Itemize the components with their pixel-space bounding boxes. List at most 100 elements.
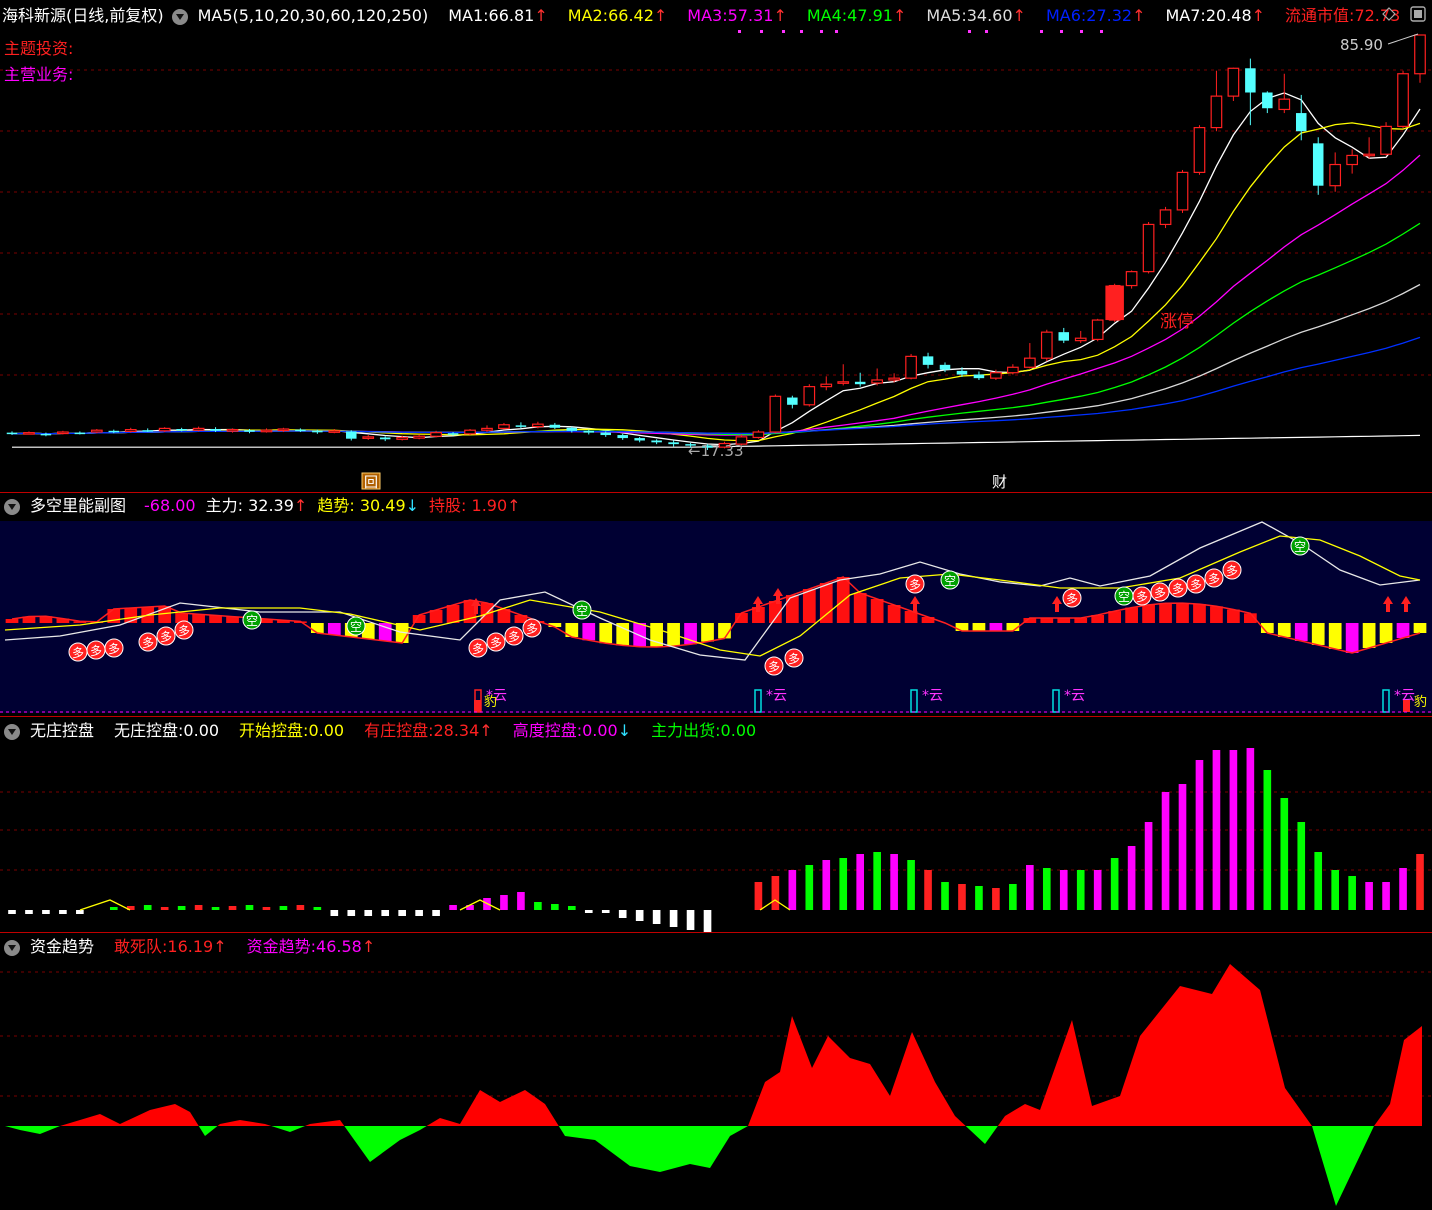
energy-bar [1362, 623, 1376, 648]
candlestick-chart[interactable]: 85.90 ←17.33 涨停 回 财 [0, 28, 1432, 492]
ma1-line [11, 92, 1421, 446]
sub3-settings-icon[interactable] [4, 939, 20, 956]
trend-arrow-icon: ↑ [1132, 6, 1146, 25]
candle-body [328, 430, 341, 433]
control-bar [907, 860, 915, 910]
sub3-value: 46.58 [316, 937, 362, 956]
signal-badge-text: 多 [178, 624, 190, 638]
candle-body [1295, 113, 1307, 132]
settings-icon[interactable] [171, 8, 188, 25]
long-short-energy-chart[interactable]: 多多多多多多多多多多多多多多多多多多多多空 空空空空空*云 *云 *云 *云 *云豹豹 [0, 519, 1432, 715]
ma-item: MA3:57.31↑ [687, 6, 787, 25]
energy-bar [785, 595, 799, 623]
candle-body [142, 430, 153, 432]
control-bar [262, 907, 271, 910]
ma-item: MA4:47.91↑ [807, 6, 907, 25]
control-bar [958, 884, 966, 910]
control-bar [805, 865, 814, 910]
energy-bar [701, 623, 714, 642]
candle-body [464, 429, 476, 435]
pane-divider [0, 932, 1432, 933]
control-bar [1009, 884, 1017, 910]
candle-body [803, 386, 816, 406]
sub3-title: 资金趋势 [30, 937, 95, 956]
control-bar [1144, 822, 1153, 910]
candle-body [1074, 337, 1087, 342]
candle-body [617, 435, 628, 439]
control-bar [941, 882, 949, 910]
candle-body [277, 428, 290, 432]
candle-body [837, 381, 850, 384]
energy-bar [802, 589, 816, 623]
control-position-chart[interactable] [0, 744, 1432, 932]
sub2-label: 高度控盘: [512, 721, 583, 740]
energy-bar [1294, 623, 1308, 641]
start-control-line [79, 899, 131, 911]
signal-badge-text: 多 [72, 646, 84, 660]
ma-label: MA6: [1045, 6, 1087, 25]
sub2-label: 有庄控盘: [364, 721, 434, 740]
control-bar [415, 910, 423, 916]
fund-trend-chart[interactable] [0, 960, 1432, 1210]
energy-bar [735, 613, 748, 623]
control-bar [1348, 876, 1356, 910]
energy-bar [1210, 606, 1223, 623]
trend-arrow-icon: ↑ [1251, 6, 1266, 25]
control-bar [890, 854, 898, 910]
control-bar [788, 870, 797, 910]
control-bar [432, 910, 440, 916]
ma6-line [11, 336, 1421, 435]
main-pane-header: 海科新源(日线,前复权) MA5(5,10,20,30,60,120,250) MA… [0, 3, 1432, 29]
sub2-title: 无庄控盘 [30, 721, 95, 740]
fund-positive-area [5, 964, 1422, 1126]
energy-bar [1159, 603, 1172, 623]
trend-arrow-icon: ↑ [892, 6, 907, 25]
candle-body [634, 438, 645, 441]
signal-badge-text: 多 [490, 636, 502, 650]
sub3-label: 资金趋势: [246, 937, 317, 956]
control-bar [109, 907, 118, 910]
candle-body [787, 397, 798, 405]
candle-body [854, 381, 866, 385]
control-bar [1382, 882, 1390, 910]
candle-body [1040, 331, 1053, 359]
control-bar [296, 905, 305, 910]
sub2-item: 有庄控盘:28.34↑ [364, 721, 493, 740]
candle-body [176, 428, 187, 431]
ma-item: MA6:27.32↑ [1046, 6, 1146, 25]
sub2-settings-icon[interactable] [4, 723, 20, 740]
control-bar [1399, 868, 1407, 910]
candle-body [244, 430, 255, 432]
control-bar [25, 910, 33, 914]
candle-body [752, 431, 765, 439]
candle-body [651, 440, 662, 443]
energy-bar [1277, 623, 1291, 637]
start-control-line [459, 899, 501, 911]
pane-divider [0, 716, 1432, 717]
sub1-settings-icon[interactable] [4, 498, 20, 515]
sub2-item: 开始控盘:0.00 [239, 721, 344, 740]
restore-icon[interactable] [1382, 6, 1396, 21]
candle-body [379, 437, 391, 440]
control-bar [1059, 870, 1068, 910]
sub2-label: 开始控盘: [239, 721, 309, 740]
control-bar [1246, 748, 1255, 910]
control-bar [1195, 760, 1204, 910]
sub2-item: 高度控盘:0.00↓ [513, 721, 631, 740]
finance-marker[interactable]: 财 [992, 473, 1007, 491]
candle-body [600, 432, 611, 436]
candle-body [362, 436, 375, 439]
maximize-icon[interactable] [1410, 6, 1426, 22]
cloud-label: *云 [766, 688, 787, 704]
candle-body [210, 428, 221, 431]
energy-bar [1396, 623, 1410, 638]
control-bar [160, 907, 169, 910]
sub2-value: 0.00 [308, 721, 345, 740]
candle-body [1414, 34, 1426, 75]
low-price-label: ←17.33 [688, 442, 744, 460]
control-bar [635, 910, 644, 921]
energy-bar [989, 623, 1003, 631]
candle-body [57, 431, 69, 435]
sub1-title: 多空里能副图 [30, 496, 127, 515]
trend-arrow-icon: ↑ [773, 6, 787, 25]
